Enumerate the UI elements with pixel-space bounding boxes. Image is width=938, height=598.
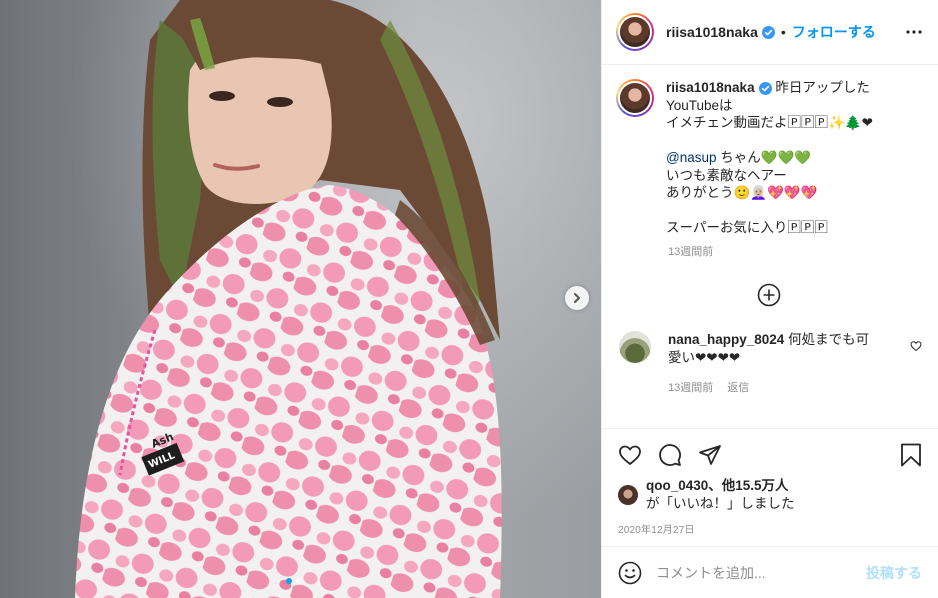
plus-circle-icon	[757, 283, 781, 306]
post-date[interactable]: 2020年12月27日	[618, 521, 922, 536]
post-header: riisa1018naka • フォローする	[602, 0, 938, 65]
caption-username[interactable]: riisa1018naka	[666, 80, 755, 95]
comment-timestamp[interactable]: 13週間前	[668, 379, 713, 395]
caption-timestamp[interactable]: 13週間前	[668, 243, 922, 259]
emoji-smiley-icon[interactable]	[618, 561, 642, 585]
caption-mention[interactable]: @nasup	[666, 150, 717, 165]
share-paper-plane-icon[interactable]	[698, 443, 722, 467]
carousel-dot-1	[286, 578, 292, 584]
post-viewer: Ash WILL riisa1018naka • フォローする riisa101…	[0, 0, 938, 598]
action-icons	[618, 439, 922, 471]
likes-suffix: が「いいね！」しました	[646, 496, 795, 511]
verified-badge-icon	[761, 25, 775, 39]
caption-verified-icon	[758, 81, 772, 95]
like-heart-icon[interactable]	[618, 443, 642, 467]
more-options-icon[interactable]	[906, 30, 922, 34]
post-comment-button[interactable]: 投稿する	[866, 563, 922, 583]
commenter-avatar[interactable]	[619, 330, 651, 363]
commenter-username[interactable]: nana_happy_8024	[668, 332, 784, 347]
caption-line-6: いつも素敵なヘアー	[666, 167, 787, 183]
caption-line-9: スーパーお気に入り🄿🄿🄿	[666, 220, 828, 235]
comment-bubble-icon[interactable]	[658, 443, 682, 467]
author-avatar[interactable]	[616, 13, 654, 51]
caption-line-8	[666, 202, 886, 220]
caption-text: riisa1018naka 昨日アップした YouTubeは イメチェン動画だよ…	[666, 79, 886, 237]
next-photo-button[interactable]	[565, 286, 589, 310]
caption-line-4	[666, 132, 886, 150]
post-side-panel: riisa1018naka • フォローする riisa1018naka 昨日ア…	[601, 0, 938, 598]
photo-scene	[75, 0, 502, 598]
comments-area[interactable]: riisa1018naka 昨日アップした YouTubeは イメチェン動画だよ…	[602, 65, 938, 428]
save-bookmark-icon[interactable]	[900, 443, 922, 467]
comment-input[interactable]	[656, 564, 866, 581]
carousel-dot-2	[296, 578, 302, 584]
other-likes-count[interactable]: 、他15.5万人	[708, 478, 788, 493]
likes-summary: qoo_0430、他15.5万人 が「いいね！」しました	[618, 477, 922, 513]
follow-button[interactable]: フォローする	[792, 22, 876, 42]
carousel-indicator	[286, 578, 302, 584]
author-username[interactable]: riisa1018naka	[666, 24, 758, 40]
liker-avatar[interactable]	[618, 485, 638, 505]
caption: riisa1018naka 昨日アップした YouTubeは イメチェン動画だよ…	[616, 79, 922, 237]
post-actions: qoo_0430、他15.5万人 が「いいね！」しました 2020年12月27日	[602, 428, 938, 536]
caption-line-1: 昨日アップした	[775, 80, 870, 95]
reply-button[interactable]: 返信	[727, 379, 749, 395]
comment-like-heart-icon[interactable]	[910, 339, 922, 357]
comment-item: nana_happy_8024 何処までも可愛い❤❤❤❤	[616, 330, 922, 367]
caption-line-2: YouTubeは	[666, 97, 733, 113]
load-more-comments-button[interactable]	[616, 283, 922, 307]
comment-meta: 13週間前 返信	[668, 379, 922, 395]
comment-text: nana_happy_8024 何処までも可愛い❤❤❤❤	[668, 331, 878, 367]
comment-composer: 投稿する	[602, 546, 938, 598]
header-separator: •	[780, 24, 786, 40]
likes-text: qoo_0430、他15.5万人 が「いいね！」しました	[646, 477, 795, 513]
caption-author-avatar[interactable]	[616, 79, 654, 117]
first-liker-username[interactable]: qoo_0430	[646, 478, 708, 493]
caption-line-7: ありがとう🙂👩🏼‍🦳💖💖💖	[666, 185, 818, 200]
chevron-right-icon	[574, 293, 580, 303]
post-photo[interactable]: Ash WILL	[0, 0, 601, 598]
caption-line-5: ちゃん💚💚💚	[720, 150, 812, 165]
caption-line-3: イメチェン動画だよ🄿🄿🄿✨🌲❤	[666, 115, 873, 130]
